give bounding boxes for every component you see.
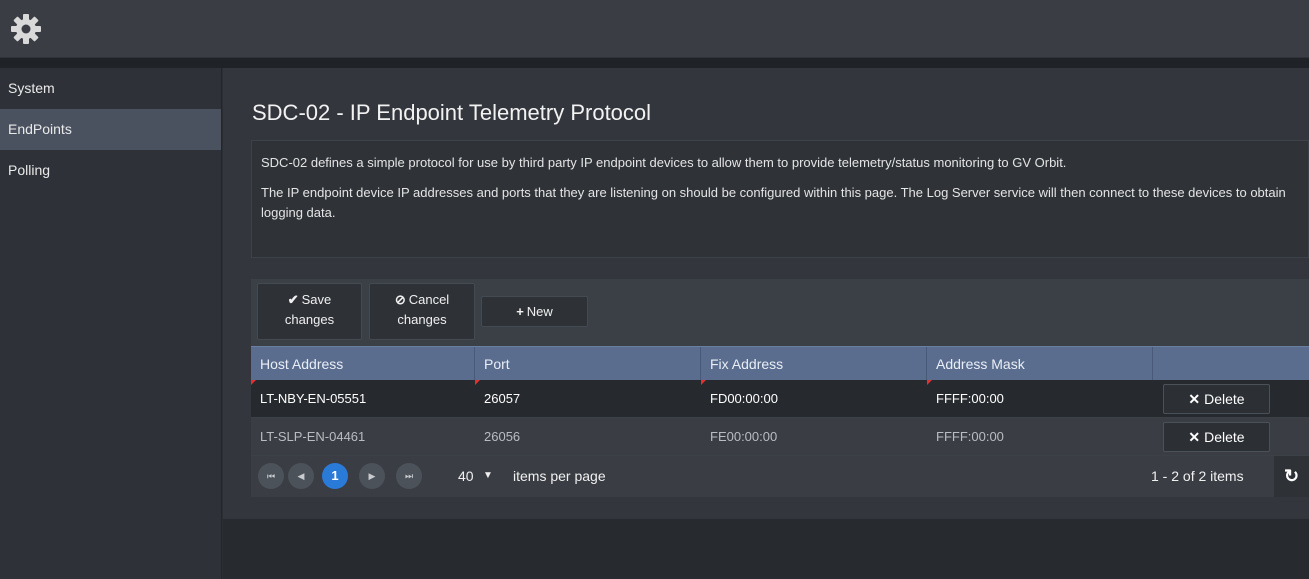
next-page-icon[interactable]: ▶ — [359, 463, 385, 489]
cancel-label-line2: changes — [397, 312, 447, 327]
close-icon: ✕ — [1188, 391, 1201, 407]
cell-host-address[interactable]: LT-NBY-EN-05551 — [251, 380, 475, 418]
page-number-current[interactable]: 1 — [322, 463, 348, 489]
column-header-host-address[interactable]: Host Address — [251, 347, 475, 381]
description-paragraph: SDC-02 defines a simple protocol for use… — [261, 155, 1067, 170]
cell-address-mask[interactable]: FFFF:00:00 — [927, 418, 1153, 456]
dirty-marker — [251, 380, 256, 385]
dirty-marker — [475, 380, 480, 385]
page-title: SDC-02 - IP Endpoint Telemetry Protocol — [252, 100, 652, 125]
sidebar-item-system[interactable]: System — [0, 68, 221, 109]
sidebar-item-polling[interactable]: Polling — [0, 150, 221, 191]
close-icon: ✕ — [1188, 429, 1201, 445]
pager: ⏮ ◀ 1 ▶ ⏭ 40 ▼ items per page 1 - 2 of 2… — [251, 456, 1309, 497]
pager-info: 1 - 2 of 2 items — [1151, 468, 1244, 484]
delete-button[interactable]: ✕ Delete — [1163, 422, 1270, 452]
cell-port[interactable]: 26057 — [475, 380, 701, 418]
cell-host-address[interactable]: LT-SLP-EN-04461 — [251, 418, 475, 456]
header-divider — [0, 58, 1309, 68]
column-header-actions — [1153, 347, 1309, 381]
refresh-icon[interactable]: ↻ — [1274, 456, 1309, 497]
endpoints-grid: ✔ Save changes ⊘ Cancel changes + New Host … — [251, 279, 1309, 497]
description-paragraph: The IP endpoint device IP addresses and … — [261, 185, 1286, 220]
cell-fix-address[interactable]: FD00:00:00 — [701, 380, 927, 418]
sidebar-item-endpoints[interactable]: EndPoints — [0, 109, 221, 150]
content-panel: SDC-02 - IP Endpoint Telemetry Protocol … — [223, 68, 1309, 519]
top-bar — [0, 0, 1309, 58]
column-header-address-mask[interactable]: Address Mask — [927, 347, 1153, 381]
delete-button[interactable]: ✕ Delete — [1163, 384, 1270, 414]
main-area: SDC-02 - IP Endpoint Telemetry Protocol … — [223, 68, 1309, 579]
sidebar: System EndPoints Polling — [0, 68, 222, 579]
chevron-down-icon: ▼ — [483, 470, 493, 481]
cell-address-mask[interactable]: FFFF:00:00 — [927, 380, 1153, 418]
items-per-page-label: items per page — [513, 468, 606, 484]
table-header: Host Address Port Fix Address Address Ma… — [251, 346, 1309, 381]
previous-page-icon[interactable]: ◀ — [288, 463, 314, 489]
dirty-marker — [927, 380, 932, 385]
first-page-icon[interactable]: ⏮ — [258, 463, 284, 489]
gear-icon[interactable] — [10, 13, 42, 45]
check-icon: ✔ — [287, 292, 299, 307]
page-size-value: 40 — [458, 468, 474, 484]
cancel-changes-button[interactable]: ⊘ Cancel changes — [369, 283, 475, 340]
dirty-marker — [701, 380, 706, 385]
table-row[interactable]: LT-SLP-EN-04461 26056 FE00:00:00 FFFF:00… — [251, 418, 1309, 456]
cancel-icon: ⊘ — [394, 292, 406, 307]
cancel-label: Cancel — [408, 292, 450, 307]
page-size-select[interactable]: 40 ▼ — [454, 464, 496, 488]
save-label: Save — [301, 292, 332, 307]
column-header-port[interactable]: Port — [475, 347, 701, 381]
save-label-line2: changes — [284, 312, 335, 327]
column-header-fix-address[interactable]: Fix Address — [701, 347, 927, 381]
cell-fix-address[interactable]: FE00:00:00 — [701, 418, 927, 456]
plus-icon: + — [516, 304, 524, 319]
save-changes-button[interactable]: ✔ Save changes — [257, 283, 362, 340]
cell-port[interactable]: 26056 — [475, 418, 701, 456]
grid-toolbar: ✔ Save changes ⊘ Cancel changes + New — [251, 279, 1309, 346]
description-box: SDC-02 defines a simple protocol for use… — [251, 140, 1309, 258]
new-button[interactable]: + New — [481, 296, 588, 327]
new-label: New — [526, 304, 553, 319]
last-page-icon[interactable]: ⏭ — [396, 463, 422, 489]
table-row[interactable]: LT-NBY-EN-05551 26057 FD00:00:00 FFFF:00… — [251, 380, 1309, 418]
